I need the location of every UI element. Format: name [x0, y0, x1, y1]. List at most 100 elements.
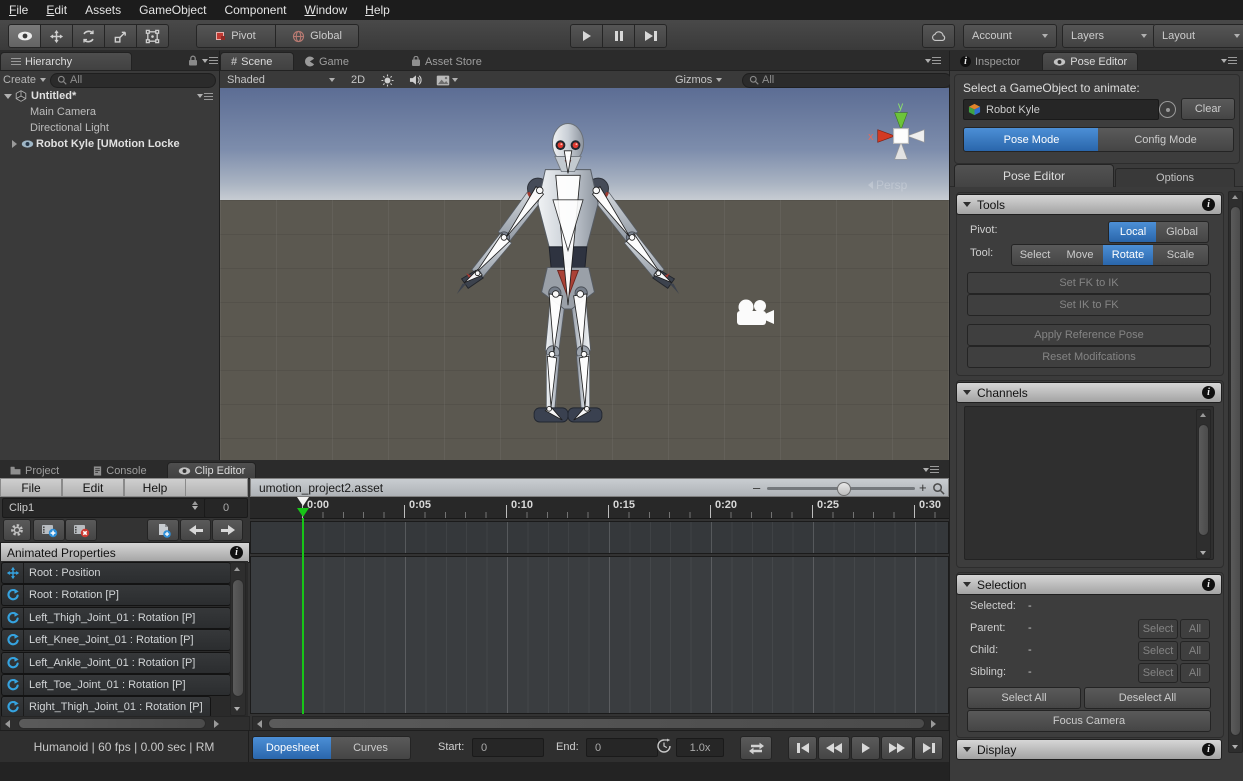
- scroll-down-icon[interactable]: [1232, 745, 1238, 749]
- playhead-green-marker[interactable]: [297, 508, 309, 517]
- rewind-button[interactable]: [818, 736, 850, 760]
- display-section-header[interactable]: Display i: [956, 739, 1222, 760]
- pause-button[interactable]: [603, 24, 635, 48]
- child-all-button[interactable]: All: [1180, 641, 1210, 661]
- shading-mode-dropdown[interactable]: Shaded: [222, 74, 340, 86]
- channels-scrollbar[interactable]: [1196, 409, 1211, 559]
- view-tool-button[interactable]: [8, 24, 41, 48]
- info-icon[interactable]: i: [1202, 578, 1215, 591]
- scrollbar-thumb[interactable]: [1230, 206, 1241, 736]
- clip-menu-help[interactable]: Help: [124, 478, 186, 497]
- sibling-all-button[interactable]: All: [1180, 663, 1210, 683]
- scrollbar-thumb[interactable]: [232, 579, 244, 697]
- menu-component[interactable]: Component: [215, 1, 295, 19]
- move-tool-button[interactable]: [41, 24, 73, 48]
- clear-button[interactable]: Clear: [1181, 98, 1235, 120]
- deselect-all-button[interactable]: Deselect All: [1084, 687, 1211, 709]
- lighting-toggle-button[interactable]: [376, 74, 398, 87]
- scene-viewport[interactable]: y x Persp: [220, 88, 949, 460]
- clip-dropdown[interactable]: Clip1: [2, 498, 207, 518]
- scrollbar-thumb[interactable]: [1198, 424, 1209, 536]
- tool-scale-button[interactable]: Scale: [1153, 244, 1209, 266]
- zoom-slider-thumb[interactable]: [837, 482, 851, 496]
- playhead-handle[interactable]: [297, 497, 309, 506]
- reset-modifications-button[interactable]: Reset Modifcations: [967, 346, 1211, 368]
- menu-edit[interactable]: Edit: [37, 1, 76, 19]
- skip-to-start-button[interactable]: [788, 736, 817, 760]
- menu-window[interactable]: Window: [295, 1, 356, 19]
- info-icon[interactable]: i: [230, 546, 243, 559]
- scroll-up-icon[interactable]: [1200, 413, 1206, 417]
- select-all-button[interactable]: Select All: [967, 687, 1081, 709]
- scrollbar-thumb[interactable]: [18, 718, 206, 729]
- property-row[interactable]: Left_Thigh_Joint_01 : Rotation [P]: [1, 607, 231, 629]
- playhead-line[interactable]: [302, 518, 304, 714]
- expander-icon[interactable]: [12, 140, 17, 148]
- info-icon[interactable]: i: [1202, 386, 1215, 399]
- scroll-down-icon[interactable]: [1200, 551, 1206, 555]
- subtab-options[interactable]: Options: [1115, 168, 1235, 187]
- fast-forward-button[interactable]: [881, 736, 913, 760]
- play-animation-button[interactable]: [851, 736, 880, 760]
- timeline-ruler[interactable]: 0:00 0:05 0:10 0:15 0:20 0:25 0:30: [250, 497, 949, 519]
- menu-assets[interactable]: Assets: [76, 1, 130, 19]
- scene-menu-icon[interactable]: [197, 93, 213, 100]
- audio-toggle-button[interactable]: [404, 74, 426, 86]
- object-picker-icon[interactable]: [1159, 101, 1176, 118]
- collab-cloud-button[interactable]: [922, 24, 955, 48]
- play-button[interactable]: [570, 24, 603, 48]
- panel-menu-icon[interactable]: [925, 57, 941, 64]
- selection-section-header[interactable]: Selection i: [956, 574, 1222, 595]
- scene-row-untitled[interactable]: Untitled*: [0, 88, 219, 104]
- config-mode-button[interactable]: Config Mode: [1098, 127, 1234, 152]
- subtab-pose-editor[interactable]: Pose Editor: [954, 164, 1114, 187]
- tool-select-button[interactable]: Select: [1011, 244, 1059, 266]
- pivot-toggle-button[interactable]: Pivot: [196, 24, 276, 48]
- prev-key-button[interactable]: [180, 519, 211, 541]
- search-icon[interactable]: [932, 482, 945, 495]
- master-track-row[interactable]: [250, 521, 949, 554]
- pose-mode-button[interactable]: Pose Mode: [963, 127, 1100, 152]
- start-field[interactable]: 0: [472, 738, 544, 757]
- pivot-global-button[interactable]: Global: [1156, 221, 1209, 243]
- apply-reference-pose-button[interactable]: Apply Reference Pose: [967, 324, 1211, 346]
- property-row[interactable]: Root : Position: [1, 562, 231, 584]
- set-fk-to-ik-button[interactable]: Set FK to IK: [967, 272, 1211, 294]
- game-tab[interactable]: Game: [294, 53, 359, 70]
- console-tab[interactable]: Console: [83, 463, 156, 478]
- persp-label[interactable]: Persp: [868, 178, 907, 192]
- scroll-right-icon[interactable]: [931, 720, 936, 728]
- menu-help[interactable]: Help: [356, 1, 399, 19]
- property-row[interactable]: Left_Toe_Joint_01 : Rotation [P]: [1, 674, 231, 696]
- set-ik-to-fk-button[interactable]: Set IK to FK: [967, 294, 1211, 316]
- animate-object-field[interactable]: Robot Kyle: [963, 99, 1159, 120]
- scroll-left-icon[interactable]: [257, 720, 262, 728]
- delete-clip-button[interactable]: [65, 519, 97, 541]
- 2d-toggle-button[interactable]: 2D: [346, 74, 370, 86]
- panel-menu-icon[interactable]: [1221, 57, 1237, 64]
- scroll-up-icon[interactable]: [234, 567, 240, 571]
- hierarchy-tab[interactable]: Hierarchy: [0, 52, 132, 70]
- asset-store-tab[interactable]: Asset Store: [401, 53, 492, 70]
- pose-panel-scrollbar[interactable]: [1228, 191, 1243, 753]
- add-clip-button[interactable]: [33, 519, 65, 541]
- create-dropdown[interactable]: Create: [3, 74, 46, 86]
- scene-search-input[interactable]: All: [742, 73, 952, 88]
- zoom-in-icon[interactable]: +: [919, 480, 927, 495]
- rect-tool-button[interactable]: [137, 24, 169, 48]
- menu-file[interactable]: File: [0, 1, 37, 19]
- properties-hscrollbar[interactable]: [0, 716, 250, 731]
- info-icon[interactable]: i: [1202, 743, 1215, 756]
- global-toggle-button[interactable]: Global: [276, 24, 359, 48]
- next-key-button[interactable]: [212, 519, 243, 541]
- clock-icon[interactable]: [656, 738, 672, 754]
- hierarchy-item-robot-kyle[interactable]: Robot Kyle [UMotion Locke: [12, 136, 219, 152]
- camera-gizmo-icon[interactable]: [734, 298, 776, 330]
- foldout-open-icon[interactable]: [4, 94, 12, 99]
- clip-menu-edit[interactable]: Edit: [62, 478, 124, 497]
- clip-menu-file[interactable]: File: [0, 478, 62, 497]
- panel-menu-icon[interactable]: [923, 466, 939, 473]
- dopesheet-track-area[interactable]: [250, 556, 949, 714]
- child-select-button[interactable]: Select: [1138, 641, 1178, 661]
- parent-all-button[interactable]: All: [1180, 619, 1210, 639]
